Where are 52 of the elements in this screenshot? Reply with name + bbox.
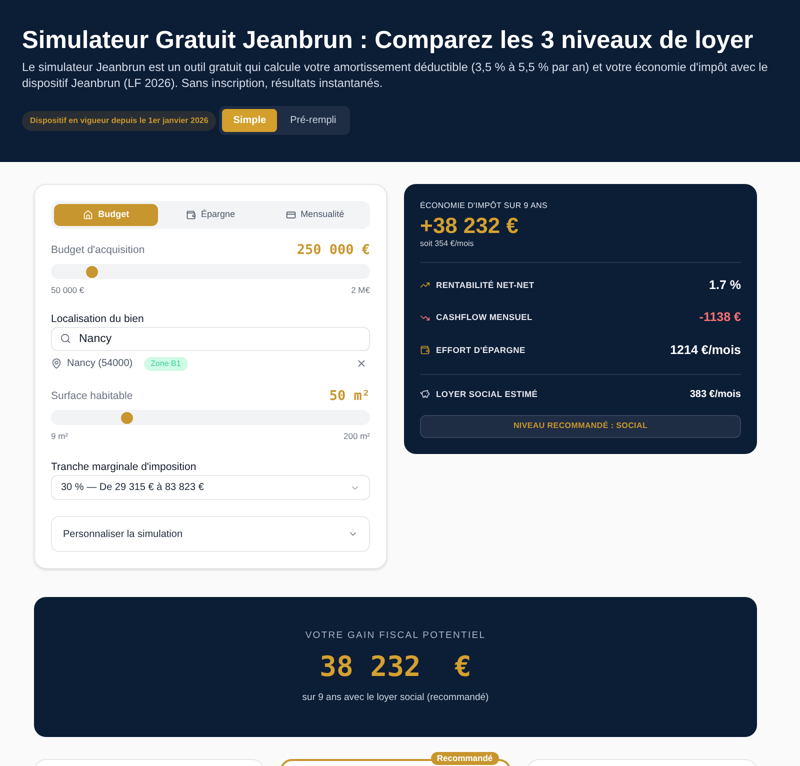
status-badge: Dispositif en vigueur depuis le 1er janvier 2026 — [22, 110, 216, 130]
metric-value: -1138 € — [699, 309, 741, 326]
metric-label: CASHFLOW MENSUEL — [436, 311, 532, 324]
zone-badge: Zone B1 — [144, 356, 188, 370]
wallet-icon — [420, 345, 430, 356]
slider-min-label: 50 000 € — [51, 284, 84, 296]
page-description: Le simulateur Jeanbrun est un outil gratuit qui calcule votre amortissement déductible (3,5 % à 5,5 % par an) et votre économie d'impôt avec le dispositif Jeanbrun (LF 2026). Sans inscription, résultats instantanés. — [22, 59, 769, 91]
mode-tab[interactable]: Mensualité — [262, 204, 367, 226]
slider-max-label: 200 m² — [344, 430, 370, 442]
metric-value: 1214 €/mois — [670, 342, 741, 359]
slider-thumb[interactable] — [86, 266, 98, 278]
field-label: Budget d'acquisition — [51, 243, 145, 257]
metric-label: EFFORT D'ÉPARGNE — [436, 344, 526, 357]
slider-max-label: 2 M€ — [351, 284, 370, 296]
gain-note: sur 9 ans avec le loyer social (recommandé) — [302, 690, 489, 704]
credit-card-icon — [286, 210, 296, 220]
field-label: Tranche marginale d'imposition — [51, 460, 198, 474]
metric-value: 1.7 % — [709, 276, 741, 294]
close-icon — [356, 358, 367, 369]
trend-down-icon — [420, 312, 430, 323]
field-label: Localisation du bien — [51, 312, 145, 326]
field-value: 50 m² — [329, 388, 370, 404]
field-value: 250 000 € — [296, 242, 370, 258]
wallet-icon — [186, 210, 196, 220]
map-pin-icon — [51, 358, 62, 369]
piggy-bank-icon — [420, 389, 430, 399]
recommended-badge: Recommandé — [430, 752, 499, 765]
slider-track[interactable] — [51, 410, 370, 425]
gain-label: VOTRE GAIN FISCAL POTENTIEL — [305, 629, 486, 644]
mode-tab[interactable]: Pré-rempli — [279, 109, 348, 132]
page-title: Simulateur Gratuit Jeanbrun : Comparez les 3 niveaux de loyer — [22, 26, 754, 56]
recommendation-button[interactable]: NIVEAU RECOMMANDÉ : SOCIAL — [420, 414, 741, 438]
metric-label: RENTABILITÉ NET-NET — [436, 278, 534, 292]
mode-tab[interactable]: Épargne — [158, 204, 263, 226]
savings-label: ÉCONOMIE D'IMPÔT SUR 9 ANS — [420, 200, 548, 211]
search-icon — [60, 332, 71, 344]
slider-track[interactable] — [51, 264, 370, 279]
trend-up-icon — [420, 280, 430, 290]
slider-min-label: 9 m² — [51, 430, 68, 442]
savings-monthly: soit 354 €/mois — [420, 238, 475, 249]
tax-bracket-select[interactable]: 30 % — De 29 315 € à 83 823 € — [51, 475, 370, 500]
house-icon — [83, 210, 94, 220]
search-field[interactable]: Nancy — [51, 327, 370, 351]
customize-accordion[interactable]: Personnaliser la simulation — [51, 516, 370, 552]
location-result: Nancy (54000) — [67, 357, 133, 371]
rent-label: LOYER SOCIAL ESTIMÉ — [436, 388, 538, 400]
savings-amount: +38 232 € — [420, 214, 520, 238]
field-label: Surface habitable — [51, 389, 133, 403]
clear-button[interactable] — [356, 358, 367, 369]
rent-value: 383 €/mois — [690, 388, 741, 402]
gain-amount: 38 232 € — [320, 648, 472, 684]
slider-thumb[interactable] — [121, 412, 134, 424]
